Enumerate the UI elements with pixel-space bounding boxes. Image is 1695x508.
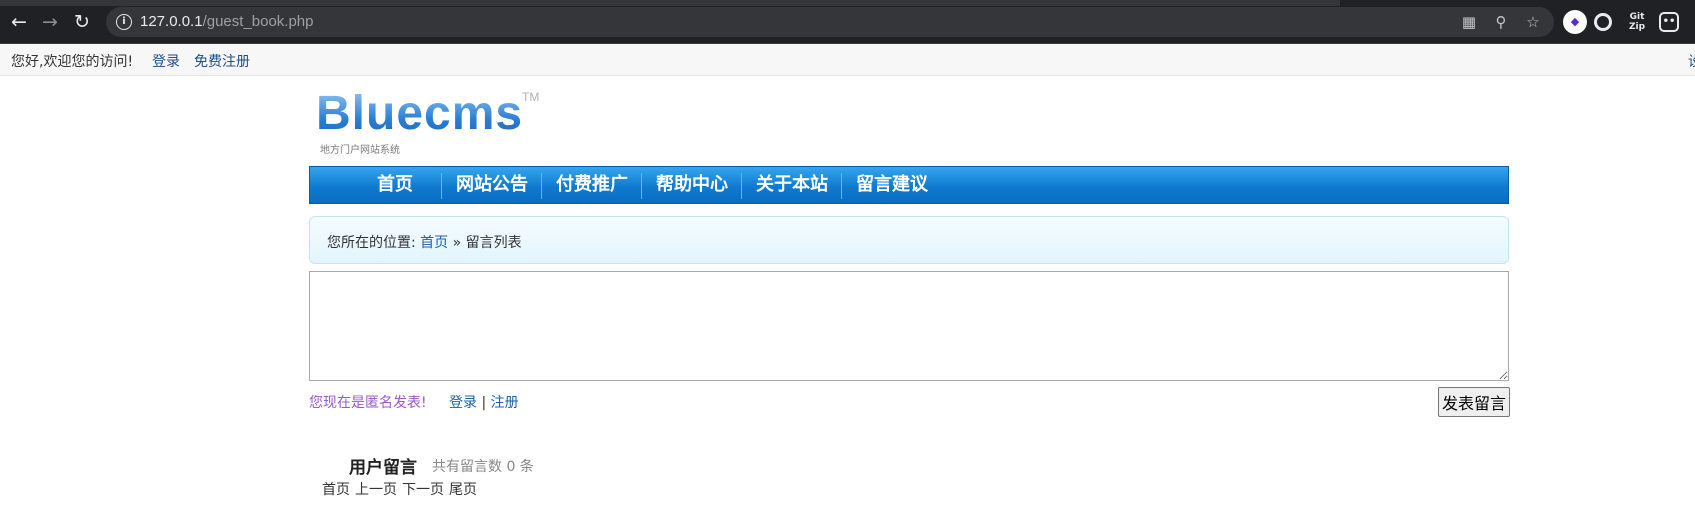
logo-trademark: TM	[522, 90, 540, 104]
zoom-icon[interactable]: ⚲	[1492, 13, 1510, 31]
message-textarea[interactable]	[309, 271, 1509, 381]
pager-prev[interactable]: 上一页	[355, 482, 397, 498]
url-text[interactable]: 127.0.0.1/guest_book.php	[140, 13, 314, 30]
back-icon[interactable]: ←	[8, 11, 30, 33]
tab-strip	[0, 0, 1340, 6]
extension-circle-icon[interactable]	[1594, 13, 1612, 31]
welcome-text: 您好,欢迎您的访问!	[11, 54, 134, 70]
form-login-link[interactable]: 登录	[449, 395, 477, 411]
bookmark-star-icon[interactable]: ☆	[1524, 13, 1542, 31]
register-link[interactable]: 免费注册	[194, 54, 250, 70]
breadcrumb-current: 留言列表	[465, 235, 522, 251]
nav-item-home[interactable]: 首页	[350, 167, 440, 203]
main-nav: 首页 网站公告 付费推广 帮助中心 关于本站 留言建议	[309, 166, 1509, 204]
breadcrumb-home-link[interactable]: 首页	[420, 235, 448, 251]
nav-item-guestbook[interactable]: 留言建议	[842, 167, 942, 203]
pager-last[interactable]: 尾页	[449, 482, 477, 498]
breadcrumb-separator: »	[452, 235, 462, 251]
breadcrumb: 您所在的位置: 首页 » 留言列表	[309, 216, 1509, 264]
form-register-link[interactable]: 注册	[491, 395, 519, 411]
post-message-button[interactable]: 发表留言	[1438, 387, 1510, 417]
breadcrumb-prefix: 您所在的位置:	[327, 235, 416, 251]
form-auth-links: 登录 | 注册	[449, 392, 519, 412]
logo-wordmark: Bluecms	[316, 87, 524, 140]
address-bar[interactable]: i 127.0.0.1/guest_book.php ▦ ⚲ ☆	[106, 7, 1554, 37]
nav-item-help-center[interactable]: 帮助中心	[642, 167, 742, 203]
nav-item-announcements[interactable]: 网站公告	[442, 167, 542, 203]
forward-icon[interactable]: →	[39, 11, 61, 33]
anonymous-notice: 您现在是匿名发表!	[309, 395, 427, 411]
form-link-divider: |	[481, 395, 487, 411]
pager-next[interactable]: 下一页	[402, 482, 444, 498]
nav-item-about[interactable]: 关于本站	[742, 167, 842, 203]
messages-count: 共有留言数 0 条	[432, 459, 534, 475]
gitzip-extension-icon[interactable]: Git Zip	[1625, 10, 1649, 34]
pager-first[interactable]: 首页	[322, 482, 350, 498]
reload-icon[interactable]: ↻	[71, 11, 93, 33]
site-logo[interactable]: Bluecms TM 地方门户网站系统	[312, 86, 542, 158]
qr-code-icon[interactable]: ▦	[1460, 13, 1478, 31]
login-link[interactable]: 登录	[152, 54, 180, 70]
browser-toolbar: ← → ↻ i 127.0.0.1/guest_book.php ▦ ⚲ ☆ ◆…	[0, 0, 1695, 44]
logo-subtitle: 地方门户网站系统	[320, 145, 400, 156]
site-topbar: 您好,欢迎您的访问! 登录 免费注册 设	[0, 44, 1695, 76]
nav-item-paid-promotion[interactable]: 付费推广	[542, 167, 642, 203]
extension-dice-icon[interactable]: ••	[1659, 12, 1679, 32]
messages-title: 用户留言	[349, 458, 417, 478]
topbar-right-link[interactable]: 设	[1688, 51, 1695, 71]
pagination: 首页 上一页 下一页 尾页	[322, 479, 482, 499]
extension-purple-icon[interactable]: ◆	[1563, 10, 1587, 34]
site-info-icon[interactable]: i	[116, 14, 132, 30]
